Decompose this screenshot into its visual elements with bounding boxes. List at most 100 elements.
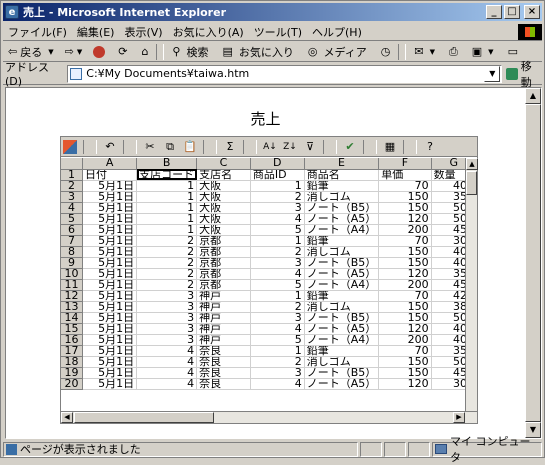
table-cell[interactable]: 5月1日 [82, 290, 138, 302]
column-header[interactable]: B [136, 158, 198, 170]
table-cell[interactable]: 1 [136, 191, 198, 203]
table-cell[interactable]: 3 [250, 367, 305, 379]
table-cell[interactable]: 70 [378, 345, 432, 357]
table-cell[interactable]: 2 [136, 268, 198, 280]
table-cell[interactable]: 消しゴム [304, 301, 380, 313]
table-cell[interactable]: 奈良 [196, 345, 251, 357]
property-toolbox-icon[interactable]: ▦ [383, 140, 397, 154]
table-cell[interactable]: 70 [378, 290, 432, 302]
table-cell[interactable]: 1 [136, 224, 198, 236]
table-cell[interactable]: 120 [378, 268, 432, 280]
table-cell[interactable]: 日付 [82, 169, 138, 181]
row-header[interactable]: 5 [61, 213, 84, 225]
table-cell[interactable]: 4 [250, 378, 305, 390]
table-cell[interactable]: 5月1日 [82, 268, 138, 280]
column-header[interactable]: C [196, 158, 251, 170]
table-cell[interactable]: 2 [136, 235, 198, 247]
cut-icon[interactable]: ✂ [143, 140, 157, 154]
table-cell[interactable]: 150 [378, 257, 432, 269]
table-cell[interactable]: 神戸 [196, 323, 251, 335]
row-header[interactable]: 16 [61, 334, 84, 346]
sheet-horizontal-scrollbar[interactable]: ◀ ▶ [61, 411, 477, 423]
table-cell[interactable]: 京都 [196, 246, 251, 258]
forward-button[interactable]: ⇨ ▼ [62, 45, 89, 58]
table-cell[interactable]: 京都 [196, 268, 251, 280]
table-cell[interactable]: 神戸 [196, 312, 251, 324]
table-cell[interactable]: 京都 [196, 257, 251, 269]
table-cell[interactable]: 奈良 [196, 356, 251, 368]
table-cell[interactable]: 150 [378, 191, 432, 203]
table-cell[interactable]: 鉛筆 [304, 290, 380, 302]
table-cell[interactable]: 4 [136, 345, 198, 357]
home-button[interactable]: ⌂ [135, 45, 154, 58]
select-all-corner[interactable] [61, 158, 84, 170]
table-cell[interactable]: ノート（B5） [304, 257, 380, 269]
table-cell[interactable]: 150 [378, 246, 432, 258]
scroll-up-arrow-icon[interactable]: ▲ [525, 88, 541, 104]
table-cell[interactable]: 4 [136, 378, 198, 390]
table-cell[interactable]: 5月1日 [82, 356, 138, 368]
row-header[interactable]: 15 [61, 323, 84, 335]
print-button[interactable]: ⎙ [443, 45, 464, 59]
table-cell[interactable]: 2 [136, 246, 198, 258]
row-header[interactable]: 10 [61, 268, 84, 280]
row-header[interactable]: 8 [61, 246, 84, 258]
history-button[interactable]: ◷ [375, 45, 397, 58]
table-cell[interactable]: ノート（A5） [304, 378, 380, 390]
row-header[interactable]: 18 [61, 356, 84, 368]
row-header[interactable]: 6 [61, 224, 84, 236]
table-cell[interactable]: 120 [378, 378, 432, 390]
table-cell[interactable]: 120 [378, 323, 432, 335]
table-cell[interactable]: 120 [378, 213, 432, 225]
table-cell[interactable]: 4 [136, 356, 198, 368]
row-header[interactable]: 14 [61, 312, 84, 324]
undo-icon[interactable]: ↶ [103, 140, 117, 154]
table-cell[interactable]: 5月1日 [82, 367, 138, 379]
table-cell[interactable]: 2 [136, 279, 198, 291]
sheet-vertical-scrollbar[interactable]: ▲ [465, 158, 478, 412]
sort-descending-icon[interactable]: Z↓ [283, 140, 297, 154]
table-cell[interactable]: 単価 [378, 169, 432, 181]
menu-favorites[interactable]: お気に入り(A) [168, 24, 249, 40]
row-header[interactable]: 12 [61, 290, 84, 302]
table-cell[interactable]: 200 [378, 279, 432, 291]
page-vertical-scrollbar[interactable]: ▲ ▼ [525, 88, 541, 438]
address-dropdown-button[interactable]: ▼ [484, 65, 501, 82]
table-cell[interactable]: ノート（A5） [304, 268, 380, 280]
table-cell[interactable]: 150 [378, 367, 432, 379]
table-cell[interactable]: 5月1日 [82, 213, 138, 225]
table-cell[interactable]: 2 [250, 356, 305, 368]
mail-button[interactable]: ✉ ▼ [408, 45, 441, 58]
row-header[interactable]: 19 [61, 367, 84, 379]
table-cell[interactable]: 大阪 [196, 202, 251, 214]
table-cell[interactable]: 3 [136, 334, 198, 346]
column-header[interactable]: D [250, 158, 305, 170]
table-cell[interactable]: 3 [136, 312, 198, 324]
menu-help[interactable]: ヘルプ(H) [307, 24, 367, 40]
table-cell[interactable]: 1 [136, 180, 198, 192]
address-input[interactable]: C:¥My Documents¥taiwa.htm [67, 64, 503, 83]
table-cell[interactable]: 3 [250, 202, 305, 214]
stop-button[interactable] [90, 45, 110, 58]
table-cell[interactable]: 5月1日 [82, 246, 138, 258]
table-cell[interactable]: 5月1日 [82, 279, 138, 291]
column-header[interactable]: F [378, 158, 432, 170]
menu-edit[interactable]: 編集(E) [72, 24, 120, 40]
table-cell[interactable]: 5月1日 [82, 180, 138, 192]
row-header[interactable]: 7 [61, 235, 84, 247]
table-cell[interactable]: 5月1日 [82, 334, 138, 346]
row-header[interactable]: 1 [61, 169, 84, 181]
table-cell[interactable]: 2 [250, 301, 305, 313]
table-cell[interactable]: 150 [378, 356, 432, 368]
table-cell[interactable]: 消しゴム [304, 246, 380, 258]
table-cell[interactable]: 1 [136, 213, 198, 225]
table-cell[interactable]: 消しゴム [304, 191, 380, 203]
table-cell[interactable]: 3 [136, 301, 198, 313]
row-header[interactable]: 4 [61, 202, 84, 214]
edit-button[interactable]: ▣ ▼ [466, 45, 500, 58]
table-cell[interactable]: 大阪 [196, 213, 251, 225]
row-header[interactable]: 9 [61, 257, 84, 269]
table-cell[interactable]: 1 [250, 180, 305, 192]
menu-tools[interactable]: ツール(T) [249, 24, 307, 40]
table-cell[interactable]: 4 [250, 268, 305, 280]
